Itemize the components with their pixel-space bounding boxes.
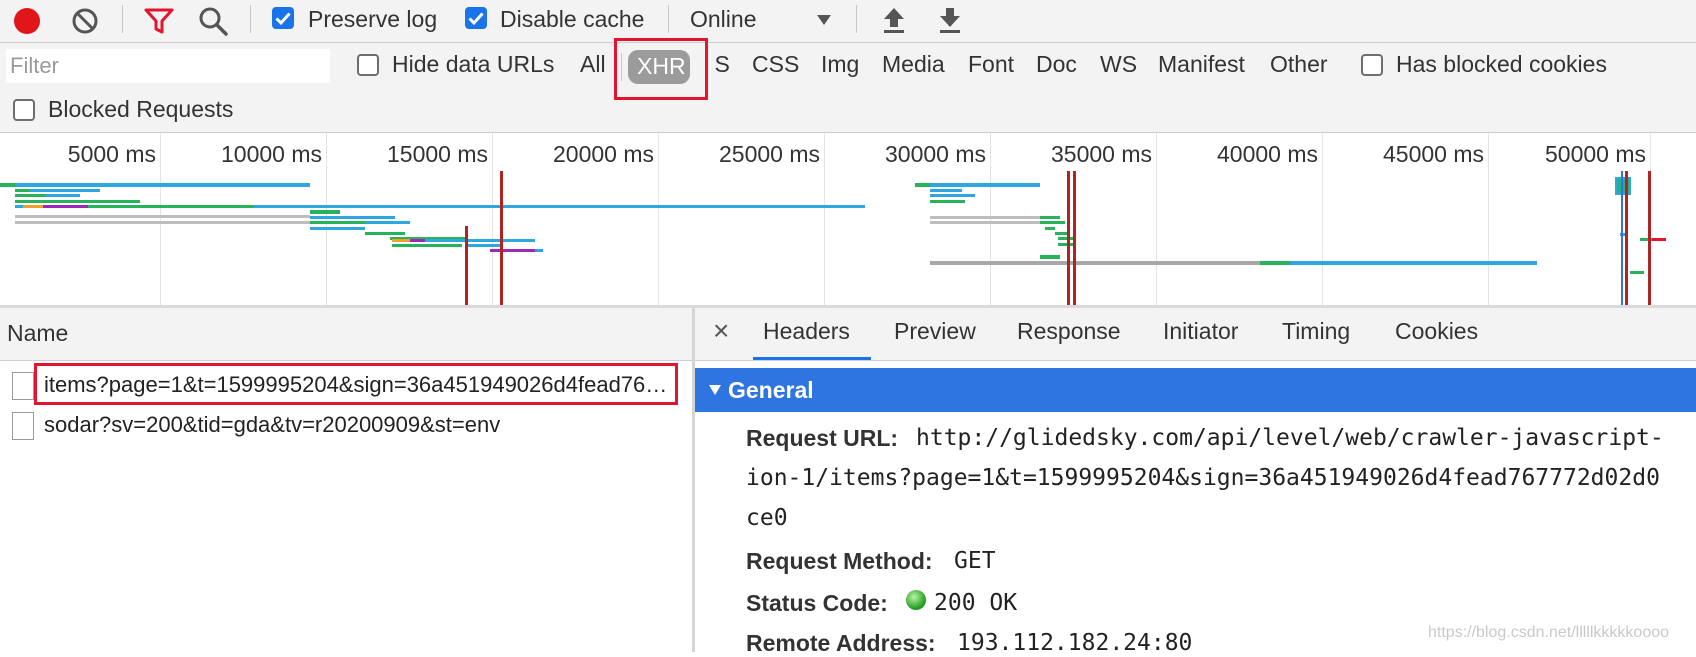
blocked-requests-label: Blocked Requests	[48, 96, 234, 122]
filter-input[interactable]	[6, 49, 330, 83]
status-code-label: Status Code:	[746, 590, 888, 616]
general-section-title: General	[728, 377, 814, 403]
remote-address-value: 193.112.182.24:80	[957, 630, 1193, 656]
search-button[interactable]	[197, 5, 229, 37]
dropdown-arrow-icon	[817, 15, 831, 25]
watermark-text: https://blog.csdn.net/lllllkkkkkoooo	[1428, 624, 1670, 641]
tab-headers[interactable]: Headers	[763, 318, 850, 345]
checkmark-icon	[468, 12, 484, 26]
filter-funnel-icon	[144, 8, 174, 34]
triangle-down-icon	[709, 385, 721, 395]
close-details-button[interactable]: ×	[713, 315, 729, 347]
type-filter-media[interactable]: Media	[882, 51, 945, 78]
clear-button[interactable]	[70, 6, 100, 36]
request-name: sodar?sv=200&tid=gda&tv=r20200909&st=env	[44, 412, 501, 437]
tab-response[interactable]: Response	[1017, 318, 1121, 345]
request-type-icon	[12, 412, 34, 440]
request-url-line: ion-1/items?page=1&t=1599995204&sign=36a…	[746, 465, 1660, 491]
has-blocked-cookies-checkbox[interactable]	[1361, 54, 1383, 76]
type-filter-ws[interactable]: WS	[1100, 51, 1137, 78]
disable-cache-label: Disable cache	[500, 6, 645, 32]
type-filter-img[interactable]: Img	[821, 51, 859, 78]
throttling-value: Online	[690, 6, 757, 32]
tab-preview[interactable]: Preview	[894, 318, 976, 345]
request-row[interactable]: items?page=1&t=1599995204&sign=36a451949…	[0, 364, 692, 404]
name-column-label: Name	[7, 320, 69, 346]
type-filter-all[interactable]: All	[580, 51, 606, 78]
disable-cache-checkbox[interactable]	[465, 7, 487, 29]
remote-address-label: Remote Address:	[746, 630, 936, 656]
status-code-value: 200 OK	[934, 590, 1018, 616]
import-har-button[interactable]	[880, 5, 908, 35]
request-row[interactable]: sodar?sv=200&tid=gda&tv=r20200909&st=env	[0, 404, 692, 444]
filter-toggle-button[interactable]	[143, 5, 175, 37]
has-blocked-cookies-label: Has blocked cookies	[1396, 51, 1607, 77]
export-har-button[interactable]	[936, 5, 964, 35]
request-url-label: Request URL:	[746, 425, 899, 451]
type-filter-css[interactable]: CSS	[752, 51, 799, 78]
search-icon	[199, 7, 228, 36]
network-toolbar: Preserve log Disable cache Online	[0, 0, 1696, 43]
general-section-header[interactable]: General	[695, 368, 1696, 412]
type-filter-xhr[interactable]: XHR	[637, 53, 686, 80]
block-icon	[72, 8, 98, 34]
filter-bar: Hide data URLs All XHR JS CSS Img Media …	[0, 38, 1696, 133]
request-url-line: ce0	[746, 505, 788, 531]
record-button[interactable]	[12, 6, 42, 36]
network-overview[interactable]: 5000 ms 10000 ms 15000 ms 20000 ms 25000…	[0, 133, 1696, 308]
blocked-requests-checkbox[interactable]	[13, 99, 35, 121]
type-filter-js[interactable]: JS	[713, 51, 730, 78]
hide-data-urls-label: Hide data URLs	[392, 51, 555, 77]
status-ok-dot-icon	[906, 590, 926, 610]
type-filter-doc[interactable]: Doc	[1036, 51, 1077, 78]
request-method-value: GET	[954, 548, 996, 574]
record-icon	[14, 8, 40, 34]
tab-timing[interactable]: Timing	[1282, 318, 1350, 345]
checkmark-icon	[275, 12, 291, 26]
waterfall-bars	[0, 171, 1666, 305]
request-type-icon	[12, 372, 34, 400]
type-filter-other[interactable]: Other	[1270, 51, 1328, 78]
request-method-label: Request Method:	[746, 548, 933, 574]
name-column-header[interactable]: Name	[0, 308, 692, 361]
request-url-line: http://glidedsky.com/api/level/web/crawl…	[916, 425, 1664, 451]
type-filter-manifest[interactable]: Manifest	[1158, 51, 1245, 78]
tab-cookies[interactable]: Cookies	[1395, 318, 1478, 345]
throttling-select[interactable]: Online	[690, 0, 840, 42]
upload-icon	[884, 8, 904, 33]
active-tab-indicator	[753, 357, 871, 360]
request-name: items?page=1&t=1599995204&sign=36a451949…	[44, 372, 674, 397]
download-icon	[940, 8, 960, 33]
preserve-log-label: Preserve log	[308, 6, 438, 32]
tab-initiator[interactable]: Initiator	[1163, 318, 1238, 345]
details-tabs: × Headers Preview Response Initiator Tim…	[695, 308, 1696, 361]
hide-data-urls-checkbox[interactable]	[357, 54, 379, 76]
preserve-log-checkbox[interactable]	[272, 7, 294, 29]
type-filter-font[interactable]: Font	[968, 51, 1014, 78]
